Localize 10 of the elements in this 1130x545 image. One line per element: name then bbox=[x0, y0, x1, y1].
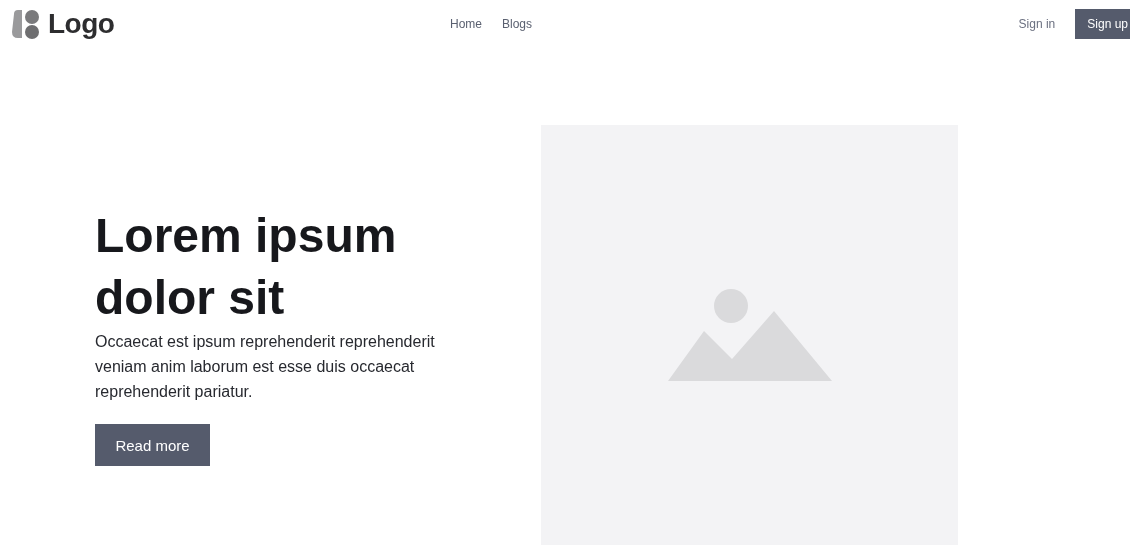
logo-text: Logo bbox=[48, 8, 115, 40]
sign-in-link[interactable]: Sign in bbox=[1018, 17, 1056, 31]
hero-heading: Lorem ipsum dolor sit bbox=[95, 208, 398, 326]
image-placeholder-icon bbox=[667, 289, 832, 381]
nav-link[interactable]: Home bbox=[450, 17, 482, 31]
logo-icon bbox=[10, 8, 42, 40]
nav-link[interactable]: Blogs bbox=[502, 17, 533, 31]
read-more-button[interactable]: Read more bbox=[95, 424, 210, 466]
hero-text: Occaecat est ipsum reprehenderit reprehenderit veniam anim laborum est esse duis occaecat reprehenderit pariatur. bbox=[95, 332, 436, 402]
sign-up-button[interactable]: Sign up bbox=[1075, 9, 1130, 39]
